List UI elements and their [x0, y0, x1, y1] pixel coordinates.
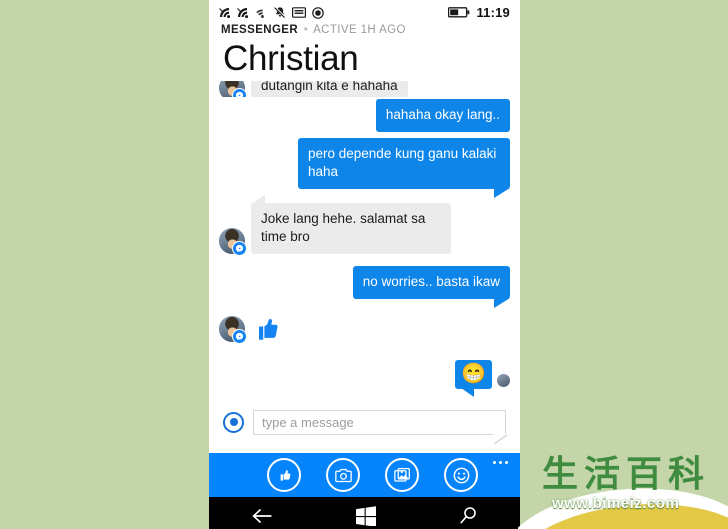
- camera-button[interactable]: [326, 458, 360, 492]
- emoji-button[interactable]: [444, 458, 478, 492]
- message-text: Joke lang hehe. salamat sa time bro: [261, 211, 426, 244]
- contact-name-title: Christian: [223, 39, 359, 78]
- back-button[interactable]: [251, 508, 273, 529]
- message-row[interactable]: Joke lang hehe. salamat sa time bro: [219, 195, 510, 256]
- message-bubble[interactable]: no worries.. basta ikaw: [352, 266, 510, 308]
- bell-muted-icon: [273, 6, 286, 19]
- input-bubble-tail: [493, 433, 507, 444]
- messenger-badge-icon: [232, 88, 247, 97]
- phone-screen: 11:19 MESSENGER • ACTIVE 1H AGO Christia…: [209, 0, 520, 529]
- action-bar[interactable]: [209, 453, 520, 497]
- watermark-title: 生活百科: [542, 454, 711, 495]
- like-button[interactable]: [267, 458, 301, 492]
- message-row[interactable]: pero depende kung ganu kalaki haha: [219, 138, 510, 198]
- message-text: no worries.. basta ikaw: [362, 274, 500, 289]
- search-button[interactable]: [459, 506, 478, 529]
- watermark-wave-yellow: [518, 494, 728, 529]
- avatar[interactable]: [219, 315, 247, 344]
- start-button[interactable]: [355, 505, 376, 529]
- message-row-emoji[interactable]: 😁: [219, 360, 510, 397]
- bubble-tail: [494, 298, 510, 308]
- sim2-signal-icon: [237, 6, 249, 19]
- header-separator: •: [303, 24, 309, 36]
- message-bubble[interactable]: pero depende kung ganu kalaki haha: [298, 138, 510, 198]
- message-row[interactable]: no worries.. basta ikaw: [219, 266, 510, 308]
- bubble-tail: [251, 195, 265, 204]
- battery-icon: [448, 7, 470, 18]
- watermark-wave-white: [518, 480, 728, 529]
- message-input-wrapper[interactable]: [253, 409, 507, 444]
- messenger-badge-icon: [232, 241, 247, 256]
- messenger-badge-icon: [232, 328, 247, 344]
- ellipsis-icon[interactable]: [493, 461, 508, 464]
- message-row-sticker[interactable]: [219, 315, 510, 344]
- sim-card-icon: [292, 7, 307, 18]
- emoji-bubble[interactable]: 😁: [455, 360, 492, 397]
- record-toggle-icon[interactable]: [223, 411, 244, 433]
- bubble-tail: [461, 388, 475, 397]
- photos-button[interactable]: [385, 458, 419, 492]
- record-circle-icon: [312, 6, 324, 19]
- active-status-label: ACTIVE 1H AGO: [313, 24, 406, 36]
- message-text: pero depende kung ganu kalaki haha: [308, 146, 497, 179]
- watermark: 生活百科 www.bimeiz.com: [518, 451, 728, 529]
- message-thread[interactable]: dutangin kita e hahaha hahaha okay lang.…: [209, 81, 520, 397]
- avatar[interactable]: [219, 228, 247, 256]
- status-bar: 11:19: [209, 0, 520, 23]
- grinning-face-sticker: 😁: [461, 363, 486, 385]
- status-time: 11:19: [476, 5, 510, 20]
- watermark-url: www.bimeiz.com: [552, 495, 680, 512]
- message-row-clipped[interactable]: dutangin kita e hahaha: [219, 81, 510, 97]
- sim1-signal-icon: [219, 6, 231, 19]
- status-icons: [219, 6, 324, 19]
- avatar[interactable]: [219, 81, 247, 97]
- header-subtitle: MESSENGER • ACTIVE 1H AGO: [221, 23, 508, 36]
- message-row[interactable]: hahaha okay lang..: [219, 99, 510, 132]
- thumbs-up-sticker[interactable]: [253, 315, 279, 342]
- app-name-label: MESSENGER: [221, 24, 299, 36]
- message-bubble[interactable]: Joke lang hehe. salamat sa time bro: [251, 195, 451, 254]
- status-right: 11:19: [448, 5, 510, 20]
- message-input[interactable]: [253, 409, 506, 435]
- message-composer[interactable]: [209, 403, 520, 444]
- system-nav-bar[interactable]: [209, 497, 520, 529]
- message-bubble[interactable]: hahaha okay lang..: [375, 99, 510, 132]
- message-bubble[interactable]: dutangin kita e hahaha: [251, 81, 408, 97]
- wifi-icon: [255, 7, 268, 19]
- seen-receipt-avatar: [497, 374, 510, 387]
- bubble-tail: [494, 188, 510, 198]
- conversation-header: MESSENGER • ACTIVE 1H AGO Christian: [209, 23, 520, 81]
